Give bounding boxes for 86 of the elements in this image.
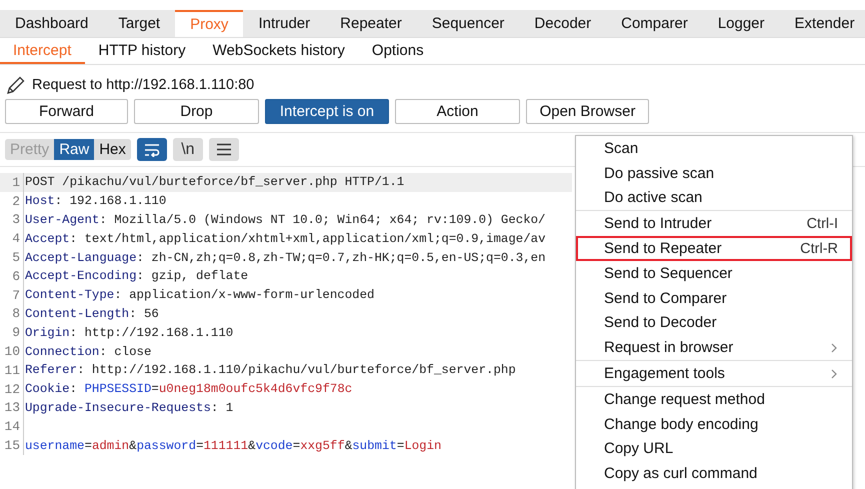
code-line: Upgrade-Insecure-Requests: 1	[24, 400, 234, 415]
line-number: 12	[0, 380, 24, 399]
menu-item[interactable]: Do active scan	[576, 186, 852, 210]
main-tab[interactable]: Sequencer	[416, 10, 520, 37]
menu-item-label: Do active scan	[604, 189, 702, 206]
line-number: 2	[0, 192, 24, 211]
menu-item-label: Engagement tools	[604, 365, 725, 382]
main-tab[interactable]: Comparer	[606, 10, 703, 37]
menu-item-label: Send to Decoder	[604, 314, 717, 332]
wrap-icon	[144, 142, 160, 156]
menu-item[interactable]: Send to Decoder	[576, 310, 852, 336]
toolbar-button[interactable]: Open Browser	[526, 99, 649, 124]
view-mode-tab[interactable]: Raw	[54, 139, 94, 160]
menu-item[interactable]: Engagement tools	[576, 361, 852, 386]
menu-item-label: Do passive scan	[604, 164, 714, 182]
toolbar-button[interactable]: Drop	[134, 99, 259, 124]
menu-item-label: Copy as curl command	[604, 465, 758, 482]
chevron-right-icon	[830, 342, 838, 353]
menu-item[interactable]: Request in browser	[576, 335, 852, 360]
line-number: 10	[0, 342, 24, 361]
code-line: Content-Length: 56	[24, 306, 159, 321]
pencil-icon	[6, 75, 26, 95]
line-number: 8	[0, 304, 24, 324]
menu-item[interactable]: Scan	[576, 136, 852, 161]
line-number: 14	[0, 417, 24, 436]
menu-item[interactable]: Send to Repeater Ctrl-R	[576, 236, 852, 261]
code-line: Cookie: PHPSESSID=u0neg18m0oufc5k4d6vfc9f78c	[24, 382, 352, 396]
menu-item-label: Send to Comparer	[604, 290, 727, 307]
menu-button[interactable]	[208, 138, 239, 161]
main-tab[interactable]: Logger	[702, 10, 780, 37]
request-target-label: Request to http://192.168.1.110:80	[32, 77, 254, 93]
main-tab[interactable]: Intruder	[243, 10, 326, 37]
main-tab[interactable]: Repeater	[325, 10, 417, 37]
line-number: 5	[0, 248, 24, 267]
menu-icon	[216, 143, 232, 156]
main-tab[interactable]: Extender	[780, 10, 865, 37]
sub-tab[interactable]: WebSockets history	[200, 38, 359, 64]
menu-item-label: Copy URL	[604, 440, 674, 458]
line-number: 6	[0, 266, 24, 286]
menu-item[interactable]: Change body encoding	[576, 412, 852, 437]
menu-item[interactable]: Do passive scan	[576, 160, 852, 186]
menu-item[interactable]: Copy as curl command	[576, 461, 852, 486]
toolbar-button[interactable]: Forward	[5, 99, 128, 124]
toolbar-button[interactable]: Intercept is on	[265, 99, 389, 124]
wrap-toggle[interactable]	[136, 138, 167, 161]
menu-item[interactable]: Copy URL	[576, 436, 852, 462]
code-line: Accept: text/html,application/xhtml+xml,application/xml;q=0.9,image/av	[24, 232, 546, 246]
menu-item-label: Scan	[604, 140, 638, 157]
line-number: 7	[0, 286, 24, 305]
code-line: Referer: http://192.168.1.110/pikachu/vul/burteforce/bf_server.php	[24, 363, 516, 378]
menu-item[interactable]: Send to Intruder Ctrl-I	[576, 211, 852, 236]
code-line: Accept-Language: zh-CN,zh;q=0.8,zh-TW;q=0.7,zh-HK;q=0.5,en-US;q=0.3,en	[24, 250, 546, 265]
menu-item-label: Change body encoding	[604, 416, 758, 433]
line-number: 1	[0, 173, 24, 192]
menu-item[interactable]: Send to Sequencer	[576, 260, 852, 286]
chevron-right-icon	[830, 368, 838, 379]
code-line: username=admin&password=111111&vcode=xxg5ff&submit=Login	[24, 438, 442, 453]
shortcut-label: Ctrl-R	[800, 240, 838, 257]
line-number: 13	[0, 398, 24, 418]
menu-item-label: Send to Intruder	[604, 215, 712, 232]
code-line: POST /pikachu/vul/burteforce/bf_server.php HTTP/1.1	[24, 175, 404, 190]
line-number: 15	[0, 436, 24, 455]
sub-tab[interactable]: HTTP history	[85, 38, 200, 64]
main-tab[interactable]: Target	[103, 10, 176, 37]
shortcut-label: Ctrl-I	[806, 216, 838, 232]
line-number: 9	[0, 323, 24, 342]
menu-item[interactable]: Send to Comparer	[576, 286, 852, 311]
code-line: Host: 192.168.1.110	[24, 194, 166, 208]
toolbar-button[interactable]: Action	[395, 99, 520, 124]
menu-item-label: Request in browser	[604, 339, 734, 356]
code-line: Connection: close	[24, 344, 152, 359]
main-tab[interactable]: Decoder	[519, 10, 606, 37]
line-number: 4	[0, 229, 24, 248]
code-line: Content-Type: application/x-www-form-urlencoded	[24, 288, 374, 302]
line-number: 3	[0, 210, 24, 230]
line-number: 11	[0, 360, 24, 380]
menu-item-label: Send to Repeater	[604, 240, 722, 258]
code-line: User-Agent: Mozilla/5.0 (Windows NT 10.0; Win64; x64; rv:109.0) Gecko/	[24, 212, 546, 227]
code-line: Accept-Encoding: gzip, deflate	[24, 269, 248, 284]
sub-tab[interactable]: Options	[358, 38, 438, 64]
code-line: Origin: http://192.168.1.110	[24, 326, 234, 340]
main-tab[interactable]: Dashboard	[0, 10, 104, 37]
menu-item-label: Send to Sequencer	[604, 264, 732, 282]
menu-item-label: Change request method	[604, 390, 765, 408]
newline-toggle[interactable]: \n	[172, 138, 203, 161]
menu-item[interactable]: Change request method	[576, 386, 852, 412]
